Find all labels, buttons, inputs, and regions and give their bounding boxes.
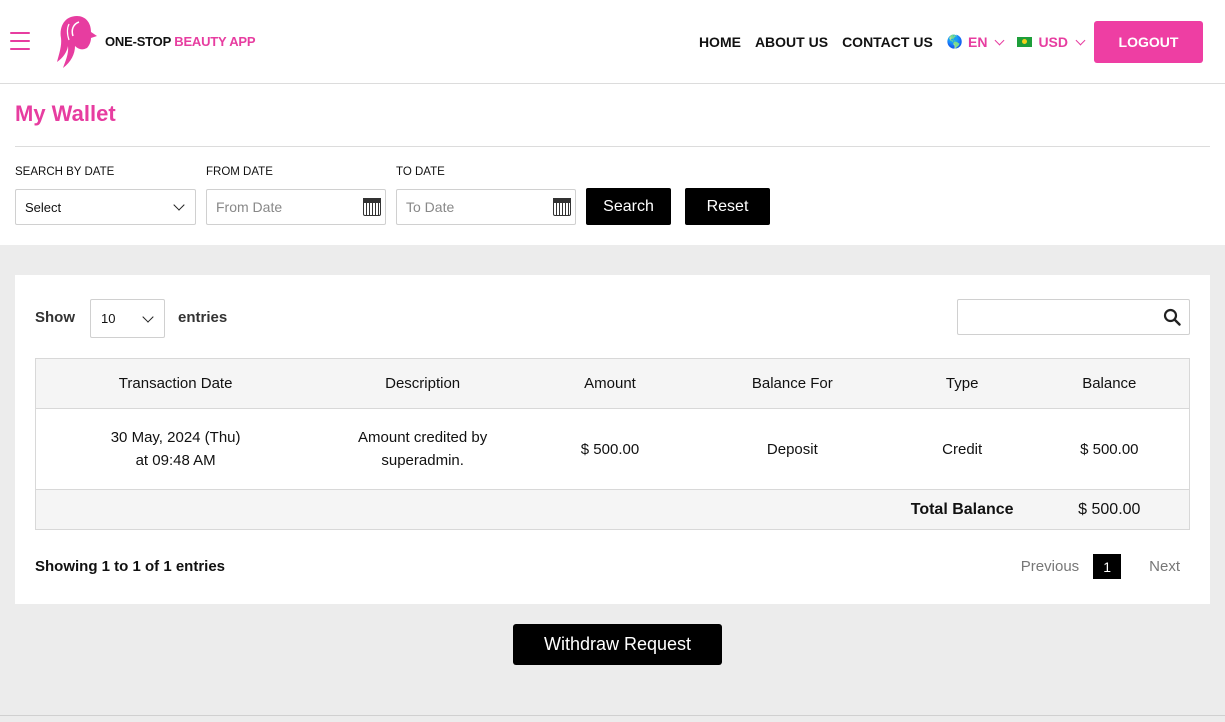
search-button[interactable]: Search <box>586 188 671 225</box>
title-divider <box>15 146 1210 147</box>
type-cell: Credit <box>894 408 1030 490</box>
transaction-date-cell: 30 May, 2024 (Thu) at 09:48 AM <box>35 408 316 490</box>
nav-home[interactable]: HOME <box>699 34 741 50</box>
page-length-value: 10 <box>101 311 116 326</box>
brand-logo-icon <box>57 16 97 68</box>
flag-icon <box>1017 37 1033 47</box>
total-spacer <box>34 489 895 530</box>
current-page-button[interactable]: 1 <box>1093 554 1122 579</box>
description-line-1: Amount credited by <box>358 429 488 446</box>
balance-for-cell: Deposit <box>689 408 895 490</box>
brand-name: ONE-STOP BEAUTY APP <box>105 33 256 49</box>
brand-name-pink: BEAUTY APP <box>174 33 256 49</box>
page-length-select[interactable]: 10 <box>90 299 165 338</box>
main-nav: HOME ABOUT US CONTACT US 🌎 EN USD LOGOUT <box>685 21 1203 63</box>
wallet-table: Transaction Date Description Amount Bala… <box>34 358 1190 530</box>
language-value: EN <box>967 34 988 50</box>
page-title: My Wallet <box>15 101 116 126</box>
table-header-row: Transaction Date Description Amount Bala… <box>35 358 1190 409</box>
to-date-label: TO DATE <box>396 166 445 178</box>
language-select[interactable]: 🌎 EN <box>946 34 1005 50</box>
column-header[interactable]: Balance <box>1029 358 1190 409</box>
transaction-date: 30 May, 2024 (Thu) <box>110 429 241 446</box>
nav-about-us[interactable]: ABOUT US <box>755 34 828 50</box>
total-row: Total Balance $ 500.00 <box>34 489 1190 530</box>
reset-button[interactable]: Reset <box>685 188 770 225</box>
search-by-date-value: Select <box>25 199 62 215</box>
from-date-input[interactable]: From Date <box>206 189 386 225</box>
nav-contact-us[interactable]: CONTACT US <box>842 34 933 50</box>
chevron-down-icon <box>1075 35 1086 45</box>
chevron-down-icon <box>142 311 154 323</box>
transaction-time: at 09:48 AM <box>135 452 216 469</box>
table-row: 30 May, 2024 (Thu) at 09:48 AM Amount cr… <box>35 408 1190 490</box>
balance-cell: $ 500.00 <box>1029 408 1190 490</box>
wallet-table-card: Show 10 entries Transaction Date Descrip… <box>15 275 1210 604</box>
to-date-placeholder: To Date <box>406 199 455 215</box>
currency-select[interactable]: USD <box>1017 34 1086 50</box>
search-by-date-label: SEARCH BY DATE <box>15 166 115 178</box>
search-by-date-select[interactable]: Select <box>15 189 196 225</box>
next-page-button[interactable]: Next <box>1149 558 1180 575</box>
total-balance-label: Total Balance <box>894 489 1030 530</box>
column-header[interactable]: Amount <box>530 358 690 409</box>
table-info: Showing 1 to 1 of 1 entries <box>35 558 226 575</box>
withdraw-request-button[interactable]: Withdraw Request <box>513 624 722 665</box>
currency-value: USD <box>1038 34 1068 50</box>
calendar-icon[interactable] <box>363 198 381 216</box>
chevron-down-icon <box>173 199 185 211</box>
description-cell: Amount credited by superadmin. <box>315 408 531 490</box>
column-header[interactable]: Type <box>894 358 1030 409</box>
from-date-placeholder: From Date <box>216 199 283 215</box>
description-line-2: superadmin. <box>381 452 464 469</box>
to-date-input[interactable]: To Date <box>396 189 576 225</box>
globe-icon: 🌎 <box>946 34 963 49</box>
calendar-icon[interactable] <box>553 198 571 216</box>
column-header[interactable]: Description <box>315 358 531 409</box>
total-balance-value: $ 500.00 <box>1029 489 1190 530</box>
search-icon[interactable] <box>1163 308 1181 326</box>
brand-name-dark: ONE-STOP <box>105 33 171 49</box>
previous-page-button[interactable]: Previous <box>1021 558 1079 575</box>
brand-logo[interactable]: ONE-STOP BEAUTY APP <box>55 12 256 70</box>
column-header[interactable]: Transaction Date <box>35 358 316 409</box>
table-search-input[interactable] <box>957 299 1190 335</box>
filter-section: My Wallet SEARCH BY DATE Select FROM DAT… <box>0 84 1225 245</box>
logout-button[interactable]: LOGOUT <box>1094 21 1203 63</box>
show-label: Show <box>35 309 75 326</box>
hamburger-menu-icon[interactable] <box>10 32 30 50</box>
top-header: ONE-STOP BEAUTY APP HOME ABOUT US CONTAC… <box>0 0 1225 84</box>
from-date-label: FROM DATE <box>206 166 273 178</box>
amount-cell: $ 500.00 <box>530 408 690 490</box>
entries-label: entries <box>178 309 228 326</box>
column-header[interactable]: Balance For <box>689 358 895 409</box>
footer-divider <box>0 715 1225 716</box>
pagination: Previous 1 Next <box>1021 554 1180 579</box>
chevron-down-icon <box>994 35 1005 45</box>
